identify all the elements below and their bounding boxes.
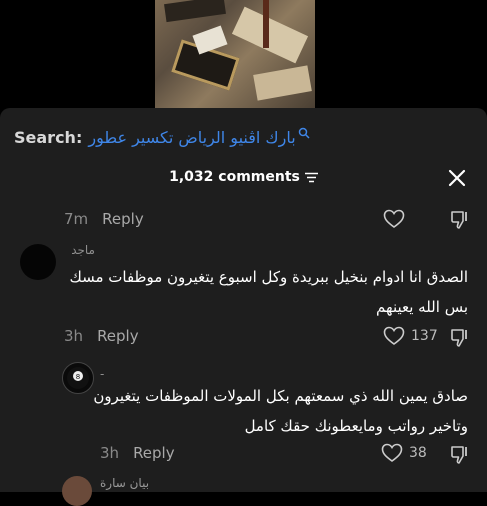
dislike-icon[interactable] bbox=[449, 327, 471, 349]
comment1-meta: 3h Reply bbox=[64, 327, 139, 345]
comment0-meta: 7m Reply bbox=[64, 210, 144, 228]
search-icon bbox=[298, 127, 310, 139]
comment-text: الصدق انا ادوام بنخيل ببريدة وكل اسبوع ي… bbox=[38, 265, 468, 320]
comment-username[interactable]: ماجد bbox=[71, 243, 95, 257]
heart-icon bbox=[381, 443, 403, 462]
reply-button[interactable]: Reply bbox=[97, 327, 139, 345]
comment-line: الصدق انا ادوام بنخيل ببريدة وكل اسبوع ي… bbox=[69, 268, 468, 286]
video-thumbnail bbox=[155, 0, 315, 108]
comment-line: وتاخير رواتب ومايعطونك حقك كامل bbox=[244, 417, 468, 435]
reply-button[interactable]: Reply bbox=[102, 210, 144, 228]
dislike-icon[interactable] bbox=[449, 209, 471, 231]
comment-line: صادق يمين الله ذي سمعتهم بكل المولات الم… bbox=[93, 387, 468, 405]
heart-icon bbox=[383, 326, 405, 345]
comment-time: 3h bbox=[100, 444, 120, 462]
search-label: Search: bbox=[14, 127, 83, 147]
heart-icon bbox=[383, 209, 405, 228]
like-button[interactable] bbox=[383, 209, 405, 229]
like-button[interactable]: 137 bbox=[383, 326, 438, 346]
comments-count[interactable]: 1,032 comments bbox=[169, 169, 318, 185]
comment-username[interactable]: بيان سارة bbox=[100, 476, 149, 490]
reply-button[interactable]: Reply bbox=[133, 444, 175, 462]
like-count: 38 bbox=[409, 445, 427, 461]
video-area[interactable] bbox=[0, 0, 487, 108]
avatar[interactable] bbox=[62, 476, 92, 506]
like-count: 137 bbox=[411, 328, 438, 344]
search-query-link[interactable]: بارك اڤنيو الرياض تكسير عطور bbox=[88, 128, 295, 147]
comment-line: بس الله يعينهم bbox=[376, 298, 468, 316]
filter-icon bbox=[304, 172, 318, 182]
comment-time: 7m bbox=[64, 210, 89, 228]
comment-time: 3h bbox=[64, 327, 84, 345]
dislike-icon[interactable] bbox=[449, 444, 471, 466]
like-button[interactable]: 38 bbox=[381, 443, 427, 463]
svg-text:8: 8 bbox=[76, 373, 80, 381]
comment2-meta: 3h Reply bbox=[100, 444, 175, 462]
comment-text: صادق يمين الله ذي سمعتهم بكل المولات الم… bbox=[88, 384, 468, 439]
comments-header: 1,032 comments bbox=[0, 166, 487, 192]
comments-count-label: 1,032 comments bbox=[169, 169, 300, 185]
close-icon[interactable] bbox=[447, 168, 467, 188]
search-suggestion[interactable]: Search: بارك اڤنيو الرياض تكسير عطور bbox=[14, 125, 310, 149]
comment-username[interactable]: - bbox=[100, 367, 104, 381]
